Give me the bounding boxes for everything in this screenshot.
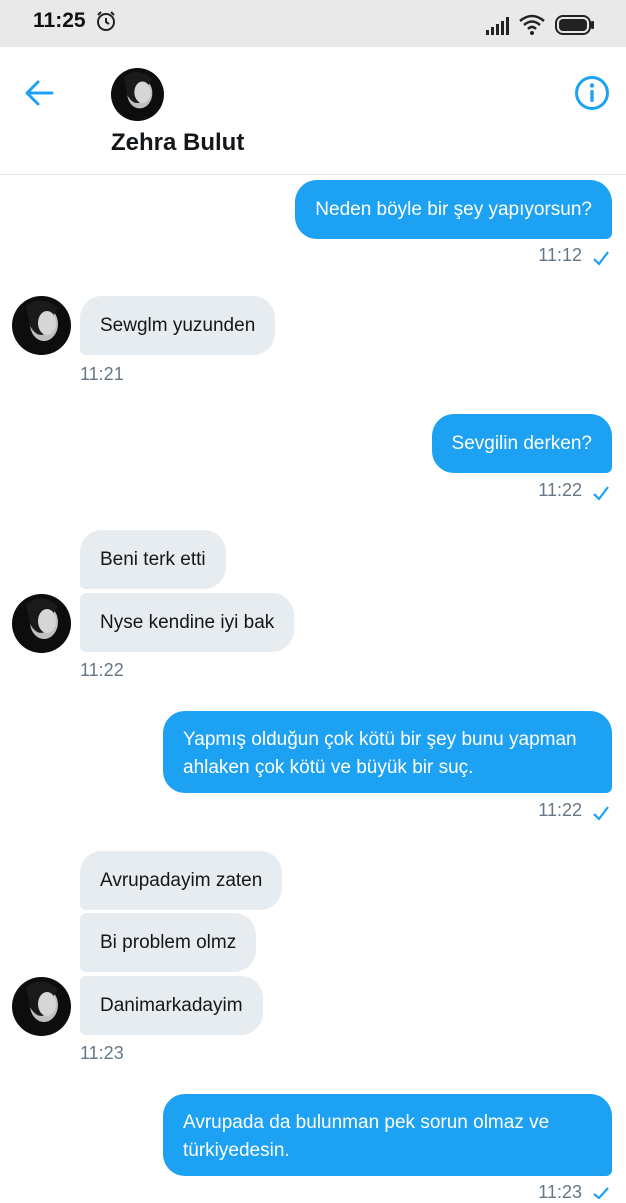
incoming-message[interactable]: Nyse kendine iyi bak bbox=[80, 593, 295, 652]
signal-strength-icon bbox=[486, 17, 509, 35]
info-icon[interactable] bbox=[574, 75, 610, 111]
contact-name[interactable]: Zehra Bulut bbox=[111, 129, 244, 157]
outgoing-message[interactable]: Sevgilin derken? bbox=[431, 414, 612, 473]
battery-icon bbox=[555, 15, 594, 35]
outgoing-message[interactable]: Yapmış olduğun çok kötü bir şey bunu yap… bbox=[163, 711, 612, 793]
incoming-message[interactable]: Danimarkadayim bbox=[80, 976, 263, 1035]
message-timestamp: 11:22 bbox=[538, 800, 582, 820]
alarm-clock-icon bbox=[97, 11, 115, 31]
contact-avatar[interactable] bbox=[12, 594, 71, 653]
outgoing-message[interactable]: Neden böyle bir şey yapıyorsun? bbox=[295, 180, 612, 239]
contact-avatar[interactable] bbox=[12, 296, 71, 355]
checkmark-icon bbox=[593, 806, 609, 821]
incoming-message[interactable]: Beni terk etti bbox=[80, 530, 226, 589]
conversation-header: Zehra Bulut bbox=[0, 47, 626, 175]
incoming-message[interactable]: Sewglm yuzunden bbox=[80, 296, 276, 355]
contact-avatar[interactable] bbox=[12, 977, 71, 1036]
outgoing-message[interactable]: Avrupada da bulunman pek sorun olmaz ve … bbox=[163, 1094, 612, 1176]
message-timestamp: 11:22 bbox=[80, 660, 124, 680]
checkmark-icon bbox=[593, 1187, 609, 1199]
message-timestamp: 11:12 bbox=[538, 245, 582, 265]
status-time: 11:25 bbox=[33, 9, 86, 32]
message-timestamp: 11:21 bbox=[80, 364, 124, 384]
message-timestamp: 11:22 bbox=[538, 480, 582, 500]
contact-avatar[interactable] bbox=[111, 68, 164, 121]
incoming-message[interactable]: Avrupadayim zaten bbox=[80, 851, 283, 910]
checkmark-icon bbox=[593, 486, 609, 501]
checkmark-icon bbox=[593, 251, 609, 266]
wifi-icon bbox=[519, 14, 545, 35]
status-bar: 11:25 bbox=[0, 0, 626, 47]
message-timestamp: 11:23 bbox=[80, 1043, 124, 1063]
back-arrow-icon[interactable] bbox=[24, 79, 54, 107]
incoming-message[interactable]: Bi problem olmz bbox=[80, 913, 257, 972]
